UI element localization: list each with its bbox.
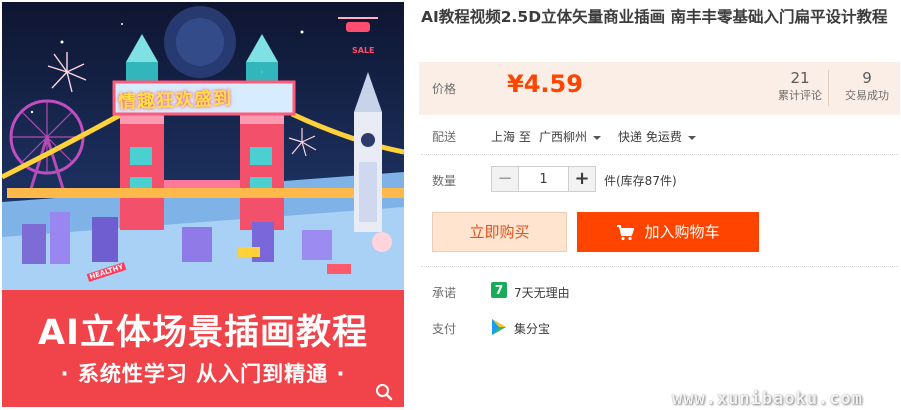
review-count-label: 累计评论 xyxy=(778,89,822,102)
shipping-origin: 上海 至 xyxy=(491,130,531,144)
promise-text[interactable]: 7天无理由 xyxy=(514,284,570,301)
stock-text: 件(库存87件) xyxy=(604,174,677,188)
quantity-label: 数量 xyxy=(432,174,457,188)
divider xyxy=(421,266,899,267)
price-value: ¥4.59 xyxy=(507,70,583,98)
shipping-method-value: 快递 免运费 xyxy=(618,130,682,144)
increase-quantity-button[interactable]: + xyxy=(568,167,595,191)
payment-label: 支付 xyxy=(432,322,457,336)
destination-select[interactable]: 广西柳州 xyxy=(539,128,602,145)
promise-label: 承诺 xyxy=(432,286,457,300)
jifenbao-icon xyxy=(492,319,506,335)
product-image[interactable]: SALE 情趣狂欢盛到 HEALTHY AI立体场景插画教程 · 系统性学习 从… xyxy=(2,2,404,407)
watermark: www.xunibaoku.com xyxy=(672,389,863,409)
add-to-cart-button[interactable]: 加入购物车 xyxy=(577,212,759,252)
decrease-quantity-button[interactable]: − xyxy=(492,167,519,191)
product-title: AI教程视频2.5D立体矢量商业插画 南丰丰零基础入门扁平设计教程 xyxy=(421,8,888,26)
review-count: 21 xyxy=(790,69,810,87)
banner-title: AI立体场景插画教程 xyxy=(37,313,369,353)
shipping-label: 配送 xyxy=(432,130,457,144)
banner-subtitle: · 系统性学习 从入门到精通 · xyxy=(60,362,346,386)
deal-count: 9 xyxy=(862,69,872,87)
shipping-method-select[interactable]: 快递 免运费 xyxy=(618,128,696,145)
destination-value: 广西柳州 xyxy=(539,130,588,144)
cart-icon xyxy=(617,224,635,240)
review-count-stat[interactable]: 21 累计评论 xyxy=(765,68,835,104)
quantity-stepper: − + xyxy=(491,166,596,192)
seven-day-badge-icon: 7 xyxy=(491,282,507,298)
deal-count-label: 交易成功 xyxy=(845,89,889,102)
buy-now-button[interactable]: 立即购买 xyxy=(432,212,567,252)
chevron-down-icon xyxy=(593,135,602,140)
city-illustration xyxy=(2,2,404,292)
image-banner: AI立体场景插画教程 · 系统性学习 从入门到精通 · xyxy=(2,290,404,407)
stat-divider xyxy=(828,70,829,106)
quantity-input[interactable] xyxy=(519,167,568,191)
magnifier-icon[interactable] xyxy=(375,383,393,401)
chevron-down-icon xyxy=(687,135,696,140)
price-panel: 价格 ¥4.59 21 累计评论 9 交易成功 xyxy=(419,62,900,115)
divider xyxy=(421,154,899,155)
payment-text: 集分宝 xyxy=(514,322,551,336)
price-label: 价格 xyxy=(432,82,457,96)
sale-sign: SALE xyxy=(352,46,375,55)
deal-count-stat: 9 交易成功 xyxy=(832,68,901,104)
add-to-cart-label: 加入购物车 xyxy=(644,223,720,241)
